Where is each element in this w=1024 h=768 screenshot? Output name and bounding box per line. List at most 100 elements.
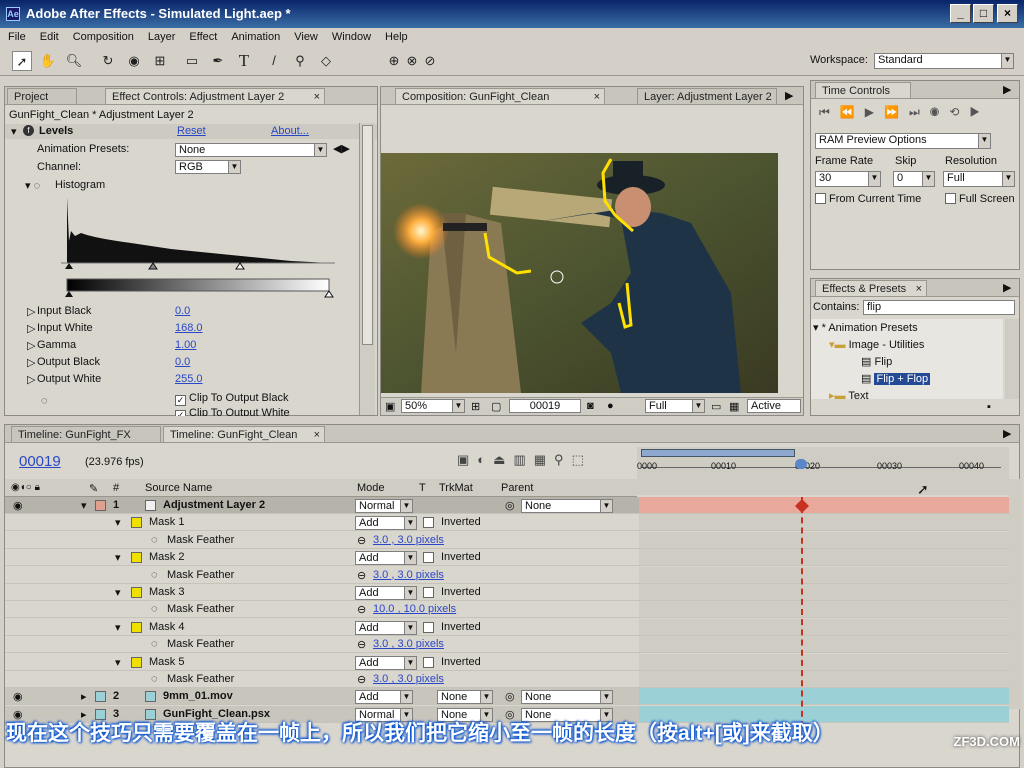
layer-duration-bar[interactable]	[639, 636, 1009, 654]
tab-timeline-fx[interactable]: Timeline: GunFight_FX	[11, 426, 161, 442]
mask-row[interactable]: ▾ Mask 4 Add ▼ Inverted	[5, 619, 639, 636]
tab-effect-controls[interactable]: Effect Controls: Adjustment Layer 2 ×	[105, 88, 325, 104]
layer-duration-bar[interactable]	[639, 601, 1009, 619]
param-value[interactable]: 1.00	[175, 339, 196, 351]
link-icon[interactable]: ⊖	[357, 673, 366, 686]
layer-duration-bar[interactable]	[639, 514, 1009, 532]
close-button[interactable]: ×	[997, 4, 1018, 23]
hide-shy-icon[interactable]: ▥	[513, 452, 533, 467]
first-frame-icon[interactable]: ⏮	[819, 105, 840, 119]
inverted-checkbox[interactable]	[423, 621, 434, 633]
tab-layer[interactable]: Layer: Adjustment Layer 2	[637, 88, 777, 104]
reset-link[interactable]: Reset	[177, 125, 206, 137]
current-time-field[interactable]: 00019	[509, 399, 581, 413]
tab-effects-presets[interactable]: Effects & Presets ×	[815, 280, 927, 296]
selection-tool-icon[interactable]: ➚	[12, 51, 32, 71]
expand-arrow-icon[interactable]: ▷	[27, 356, 35, 369]
eraser-tool-icon[interactable]: ◇	[316, 51, 336, 71]
stopwatch-icon[interactable]: ◌	[151, 603, 158, 615]
trkmat-select[interactable]: None ▼	[437, 690, 493, 705]
resolution-preview-select[interactable]: Full ▼	[943, 171, 1015, 187]
expand-arrow-icon[interactable]: ▷	[27, 339, 35, 352]
orbit-camera-tool-icon[interactable]: ◉	[124, 51, 144, 71]
zoom-tool-icon[interactable]: 🔍︎	[64, 51, 84, 71]
always-preview-icon[interactable]: ▣	[385, 400, 395, 413]
mask-row[interactable]: ▾ Mask 2 Add ▼ Inverted	[5, 549, 639, 567]
layer-duration-bar[interactable]	[639, 549, 1009, 567]
stopwatch-icon[interactable]: ◌	[151, 569, 158, 581]
param-value[interactable]: 0.0	[175, 356, 190, 368]
composition-viewer[interactable]	[381, 153, 778, 393]
mask-name[interactable]: Mask 1	[149, 516, 184, 528]
expand-arrow-icon[interactable]: ▾ ◌	[25, 179, 40, 192]
mask-color-icon[interactable]	[131, 587, 142, 598]
tree-item-animation-presets[interactable]: ▾ * Animation Presets	[813, 321, 918, 334]
mask-feather-row[interactable]: ◌ Mask Feather ⊖ 3.0 , 3.0 pixels	[5, 636, 639, 654]
menu-window[interactable]: Window	[324, 31, 377, 43]
mask-name[interactable]: Mask 4	[149, 621, 184, 633]
tree-item-image-utilities[interactable]: ▾▬ Image - Utilities	[829, 338, 924, 351]
workspace-select[interactable]: Standard ▼	[874, 53, 1014, 69]
layer-row[interactable]: ◉ ▸ 2 9mm_01.mov Add ▼ None ▼ ◎ None ▼	[5, 688, 639, 706]
clone-stamp-tool-icon[interactable]: ⚲	[290, 51, 310, 71]
presets-scrollbar[interactable]	[1005, 319, 1019, 399]
pickwhip-icon[interactable]: ◎	[505, 499, 515, 512]
expand-arrow-icon[interactable]: ▾	[11, 125, 17, 138]
mask-visibility-icon[interactable]: ▢	[491, 400, 501, 413]
playhead-line[interactable]	[801, 497, 803, 727]
mask-feather-row[interactable]: ◌ Mask Feather ⊖ 3.0 , 3.0 pixels	[5, 671, 639, 688]
stopwatch-icon[interactable]: ◌	[41, 395, 48, 407]
local-axis-icon[interactable]: ⊕	[384, 51, 404, 71]
pickwhip-icon[interactable]: ◎	[505, 690, 515, 703]
mask-mode-select[interactable]: Add ▼	[355, 586, 417, 600]
mask-name[interactable]: Mask 3	[149, 586, 184, 598]
blend-mode-select[interactable]: Add ▼	[355, 690, 413, 705]
effect-controls-scrollbar[interactable]	[359, 123, 375, 415]
current-time-indicator-icon[interactable]	[795, 459, 807, 469]
inverted-checkbox[interactable]	[423, 552, 434, 564]
menu-file[interactable]: File	[0, 31, 32, 43]
mask-feather-row[interactable]: ◌ Mask Feather ⊖ 3.0 , 3.0 pixels	[5, 567, 639, 584]
expand-arrow-icon[interactable]: ▾	[115, 621, 121, 634]
new-folder-icon[interactable]: ▪	[987, 401, 991, 413]
world-axis-icon[interactable]: ⊗	[402, 51, 422, 71]
time-ruler[interactable]: 0000 00010 00020 00030 00040	[637, 447, 1009, 495]
layer-name[interactable]: 9mm_01.mov	[163, 690, 233, 702]
preset-nav-arrows-icon[interactable]: ◀▶	[333, 142, 350, 155]
snapshot-icon[interactable]: ◙	[587, 400, 594, 412]
layer-duration-bar[interactable]	[639, 566, 1009, 584]
expand-arrow-icon[interactable]: ▾	[115, 656, 121, 669]
type-tool-icon[interactable]: T	[234, 51, 254, 71]
mask-mode-select[interactable]: Add ▼	[355, 551, 417, 566]
link-icon[interactable]: ⊖	[357, 603, 366, 616]
next-frame-icon[interactable]: ⏩	[884, 105, 909, 119]
layer-duration-bar[interactable]	[639, 531, 1009, 549]
panel-menu-arrow-icon[interactable]: ▶	[1003, 83, 1011, 96]
show-channel-icon[interactable]: ●	[607, 400, 614, 412]
current-time-display[interactable]: 00019	[19, 453, 61, 470]
mask-name[interactable]: Mask 5	[149, 656, 184, 668]
camera-select[interactable]: Active Cam	[747, 399, 801, 413]
channel-select[interactable]: RGB ▼	[175, 160, 241, 174]
tab-project[interactable]: Project	[7, 88, 77, 104]
live-update-icon[interactable]: ◐	[477, 452, 493, 467]
play-icon[interactable]: ▶	[865, 105, 884, 119]
mask-row[interactable]: ▾ Mask 3 Add ▼ Inverted	[5, 584, 639, 601]
mask-name[interactable]: Mask 2	[149, 551, 184, 563]
tab-timeline-clean[interactable]: Timeline: GunFight_Clean ×	[163, 426, 325, 442]
layer-name[interactable]: Adjustment Layer 2	[163, 499, 265, 511]
animation-presets-select[interactable]: None ▼	[175, 143, 327, 157]
panel-menu-arrow-icon[interactable]: ▶	[785, 89, 793, 102]
maximize-button[interactable]: □	[973, 4, 994, 23]
mask-mode-select[interactable]: Add ▼	[355, 655, 417, 670]
inverted-checkbox[interactable]	[423, 656, 434, 668]
minimize-button[interactable]: _	[950, 4, 971, 23]
clip-black-checkbox[interactable]: ✓ Clip To Output Black	[175, 392, 288, 406]
motion-blur-icon[interactable]: ⚲	[554, 452, 572, 467]
inverted-checkbox[interactable]	[423, 517, 434, 529]
previous-frame-icon[interactable]: ⏪	[840, 105, 865, 119]
tab-composition[interactable]: Composition: GunFight_Clean ×	[395, 88, 605, 104]
tree-item-flip-flop[interactable]: ▤ Flip + Flop	[861, 372, 931, 385]
menu-view[interactable]: View	[286, 31, 324, 43]
contains-search-input[interactable]: flip	[863, 300, 1015, 315]
